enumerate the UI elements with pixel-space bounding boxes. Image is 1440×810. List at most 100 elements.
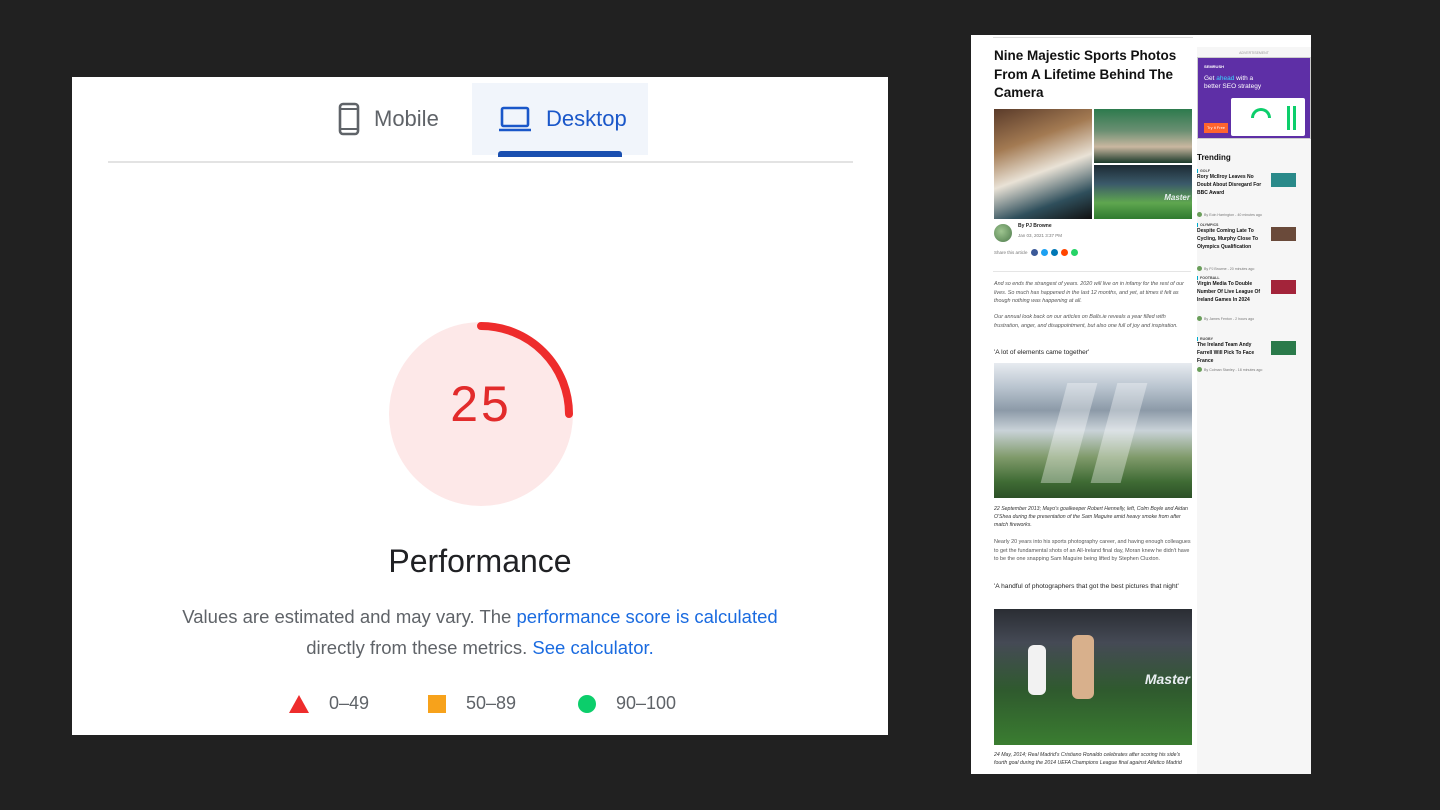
avatar bbox=[1197, 316, 1202, 321]
trending-meta: By Eoin Harrington - 40 minutes ago bbox=[1197, 212, 1262, 217]
divider bbox=[993, 37, 1193, 38]
trending-item[interactable]: RUGBY The Ireland Team Andy Farrell Will… bbox=[1197, 337, 1311, 387]
trending-category: RUGBY bbox=[1197, 337, 1213, 341]
sidebar: ADVERTISEMENT SEMRUSH Get ahead with a b… bbox=[1197, 47, 1311, 774]
author-name[interactable]: By PJ Browne bbox=[1018, 223, 1052, 229]
legend-item-average: 50–89 bbox=[428, 693, 516, 714]
performance-description: Values are estimated and may vary. The p… bbox=[172, 601, 788, 663]
light-beam bbox=[1040, 383, 1098, 483]
advertisement[interactable]: SEMRUSH Get ahead with a better SEO stra… bbox=[1197, 57, 1311, 139]
trending-item[interactable]: FOOTBALL Virgin Media To Double Number O… bbox=[1197, 276, 1311, 326]
bar-icon bbox=[1293, 106, 1296, 130]
avatar bbox=[1197, 367, 1202, 372]
section-heading-2: 'A handful of photographers that got the… bbox=[994, 583, 1179, 590]
triangle-icon bbox=[289, 694, 309, 713]
trending-byline: By James Fenton - 2 hours ago bbox=[1204, 316, 1255, 321]
legend-item-fail: 0–49 bbox=[289, 693, 369, 714]
ad-headline-text: Get bbox=[1204, 75, 1217, 82]
article-title: Nine Majestic Sports Photos From A Lifet… bbox=[994, 48, 1177, 100]
ad-cta-button[interactable]: Try it Free bbox=[1204, 123, 1228, 133]
performance-score: 25 bbox=[450, 376, 512, 432]
body-paragraph-1: Nearly 20 years into his sports photogra… bbox=[994, 539, 1191, 563]
trending-meta: By Colman Stanley - 18 minutes ago bbox=[1197, 367, 1262, 372]
intro-paragraph-2: Our annual look back on our articles on … bbox=[994, 314, 1178, 329]
share-bar: Share this article bbox=[994, 249, 1078, 256]
tab-mobile-label: Mobile bbox=[374, 106, 439, 131]
twitter-icon[interactable] bbox=[1040, 249, 1048, 256]
ad-brand: SEMRUSH bbox=[1204, 64, 1225, 69]
hero-photo-award bbox=[994, 109, 1092, 219]
gauge-icon bbox=[1251, 108, 1271, 118]
photo-celebration: Master bbox=[994, 609, 1192, 745]
photo-stadium bbox=[994, 363, 1192, 498]
avatar bbox=[994, 224, 1012, 242]
trending-headline[interactable]: Despite Coming Late To Cycling, Murphy C… bbox=[1197, 228, 1267, 251]
trending-thumbnail[interactable] bbox=[1271, 280, 1296, 294]
photo-overlay-text: Master bbox=[1144, 671, 1190, 687]
ad-dashboard-graphic bbox=[1231, 98, 1305, 136]
circle-icon bbox=[578, 694, 596, 713]
trending-category: FOOTBALL bbox=[1197, 276, 1220, 280]
section-heading-1: 'A lot of elements came together' bbox=[994, 349, 1090, 356]
whatsapp-icon[interactable] bbox=[1070, 249, 1078, 256]
article-preview: Nine Majestic Sports Photos From A Lifet… bbox=[971, 35, 1311, 774]
ad-headline-accent: ahead bbox=[1216, 75, 1235, 82]
divider bbox=[993, 271, 1191, 272]
trending-byline: By Eoin Harrington - 40 minutes ago bbox=[1204, 212, 1262, 217]
trending-meta: By James Fenton - 2 hours ago bbox=[1197, 316, 1254, 321]
device-tabs: Mobile Desktop bbox=[108, 77, 853, 163]
square-icon bbox=[428, 694, 446, 713]
player-figure bbox=[1028, 645, 1046, 695]
hero-photo-runner bbox=[1094, 109, 1192, 163]
legend-range-pass: 90–100 bbox=[616, 693, 677, 713]
light-beam bbox=[1090, 383, 1148, 483]
legend-item-pass: 90–100 bbox=[578, 693, 676, 714]
player-figure bbox=[1072, 635, 1094, 699]
trending-meta: By PJ Browne - 20 minutes ago bbox=[1197, 266, 1254, 271]
reddit-icon[interactable] bbox=[1060, 249, 1068, 256]
trending-title: Trending bbox=[1197, 153, 1231, 162]
ad-headline: Get ahead with a better SEO strategy bbox=[1204, 75, 1264, 90]
hero-photo-football: Master bbox=[1094, 165, 1192, 219]
trending-byline: By Colman Stanley - 18 minutes ago bbox=[1204, 367, 1263, 372]
trending-item[interactable]: GOLF Rory McIlroy Leaves No Doubt About … bbox=[1197, 169, 1311, 219]
intro-paragraph-1: And so ends the strangest of years. 2020… bbox=[994, 281, 1184, 305]
tab-mobile[interactable]: Mobile bbox=[338, 83, 439, 155]
share-label: Share this article bbox=[994, 250, 1028, 255]
trending-headline[interactable]: Virgin Media To Double Number Of Live Le… bbox=[1197, 281, 1267, 304]
category-title: Performance bbox=[388, 543, 572, 579]
trending-category: OLYMPICS bbox=[1197, 223, 1218, 227]
trending-thumbnail[interactable] bbox=[1271, 341, 1296, 355]
trending-byline: By PJ Browne - 20 minutes ago bbox=[1204, 266, 1255, 271]
score-legend: 0–49 50–89 90–100 bbox=[72, 693, 888, 717]
publish-date: Jan 03, 2021 3:37 PM bbox=[1018, 233, 1063, 238]
ad-label: ADVERTISEMENT bbox=[1239, 51, 1269, 55]
trending-thumbnail[interactable] bbox=[1271, 227, 1296, 241]
hero-overlay-text: Master bbox=[1164, 193, 1190, 202]
avatar bbox=[1197, 266, 1202, 271]
description-text-1: Values are estimated and may vary. The bbox=[182, 606, 517, 627]
tab-desktop[interactable]: Desktop bbox=[472, 83, 648, 155]
trending-category: GOLF bbox=[1197, 169, 1210, 173]
laptop-icon bbox=[499, 106, 531, 132]
legend-range-average: 50–89 bbox=[466, 693, 517, 713]
tab-desktop-label: Desktop bbox=[546, 106, 627, 131]
hero-collage: Master bbox=[994, 109, 1192, 219]
description-text-2: directly from these metrics. bbox=[306, 637, 533, 658]
trending-item[interactable]: OLYMPICS Despite Coming Late To Cycling,… bbox=[1197, 223, 1311, 273]
avatar bbox=[1197, 212, 1202, 217]
active-tab-indicator bbox=[498, 151, 622, 157]
trending-thumbnail[interactable] bbox=[1271, 173, 1296, 187]
bar-icon bbox=[1287, 106, 1290, 130]
photo-caption-2: 24 May, 2014; Real Madrid's Cristiano Ro… bbox=[994, 752, 1182, 766]
phone-icon bbox=[338, 102, 360, 136]
trending-headline[interactable]: The Ireland Team Andy Farrell Will Pick … bbox=[1197, 342, 1267, 365]
see-calculator-link[interactable]: See calculator. bbox=[532, 637, 653, 658]
trending-headline[interactable]: Rory McIlroy Leaves No Doubt About Disre… bbox=[1197, 174, 1267, 197]
legend-range-fail: 0–49 bbox=[329, 693, 370, 713]
facebook-icon[interactable] bbox=[1030, 249, 1038, 256]
linkedin-icon[interactable] bbox=[1050, 249, 1058, 256]
pagespeed-panel: Mobile Desktop 25 Performance Values are… bbox=[72, 77, 888, 735]
score-calculation-link[interactable]: performance score is calculated bbox=[517, 606, 778, 627]
photo-caption-1: 22 September 2013; Mayo's goalkeeper Rob… bbox=[994, 506, 1188, 528]
